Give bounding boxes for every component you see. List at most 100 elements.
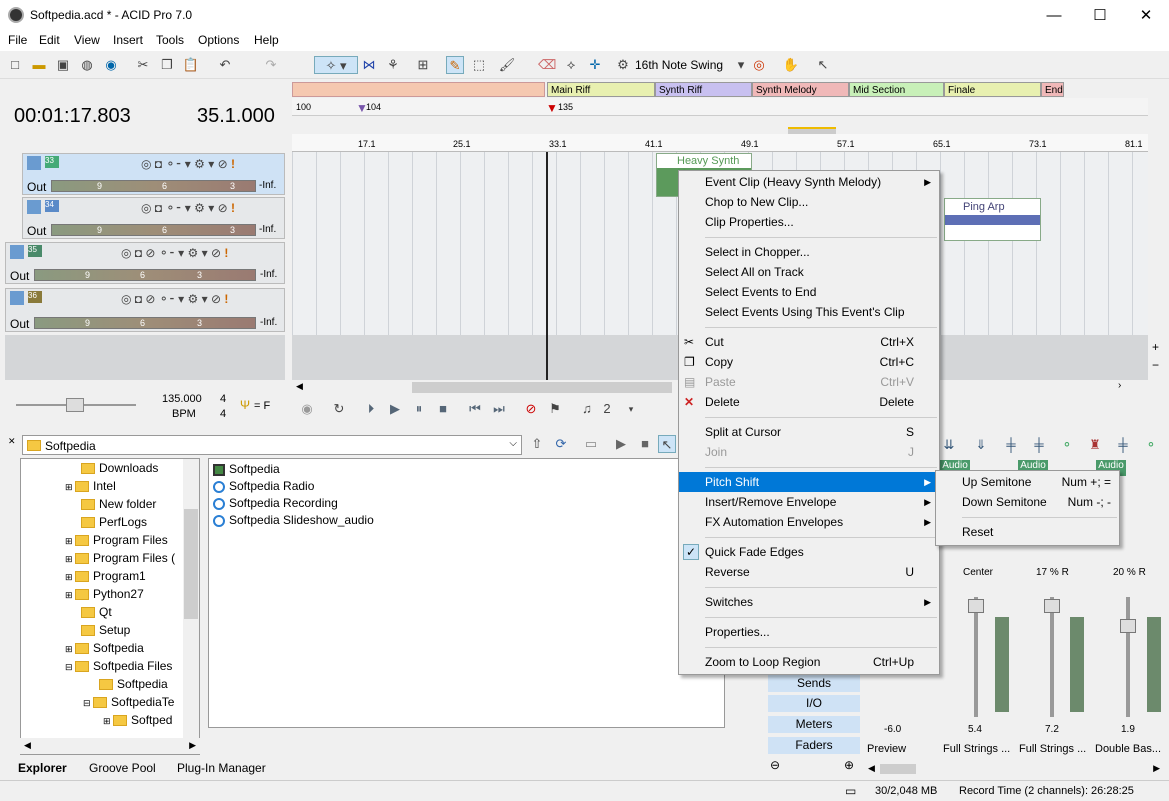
menu-item-fx-automation-envelopes[interactable]: FX Automation Envelopes ▶: [679, 512, 939, 532]
time-signature-top[interactable]: 4: [220, 393, 226, 405]
menu-item-pitch-shift[interactable]: Pitch Shift ▶: [679, 472, 939, 492]
tempo-marker[interactable]: 104: [366, 102, 381, 112]
tree-item[interactable]: Softpedia: [93, 641, 144, 655]
region-mid-section[interactable]: Mid Section: [849, 82, 944, 97]
whats-this-icon[interactable]: ↖: [814, 56, 832, 74]
mixer-sends-button[interactable]: Sends: [768, 675, 860, 692]
hand-icon[interactable]: ✋: [782, 56, 800, 74]
channel-fader[interactable]: [1120, 597, 1136, 717]
menu-item-event-clip[interactable]: Event Clip (Heavy Synth Melody) ▶: [679, 172, 939, 192]
record-icon[interactable]: ◉: [298, 400, 316, 418]
track-controls[interactable]: ◎ ◘ ⚬⁃ ▾ ⚙ ▾ ⊘ !: [141, 157, 235, 171]
tempo-marker[interactable]: 135: [558, 102, 573, 112]
tree-item[interactable]: Softpedia Files: [93, 659, 172, 673]
mixer-tool-icon[interactable]: ╪: [1114, 436, 1132, 454]
region-intro[interactable]: [292, 82, 545, 97]
track-header[interactable]: 35 Out 963 -Inf. ◎ ◘ ⊘ ⚬⁃ ▾ ⚙ ▾ ⊘ !: [5, 242, 285, 284]
file-list[interactable]: Softpedia Softpedia Radio Softpedia Reco…: [208, 458, 725, 728]
mixer-tool-icon[interactable]: ⚬: [1058, 436, 1076, 454]
go-to-start-icon[interactable]: ⏮: [466, 400, 484, 418]
zoom-in-icon[interactable]: +: [1152, 340, 1159, 354]
tree-item[interactable]: Intel: [93, 479, 116, 493]
up-folder-icon[interactable]: ⇧: [528, 435, 546, 453]
copy-icon[interactable]: ❐: [158, 56, 176, 74]
track-header[interactable]: 36 Out 963 -Inf. ◎ ◘ ⊘ ⚬⁃ ▾ ⚙ ▾ ⊘ !: [5, 288, 285, 332]
menu-item-select-all-on-track[interactable]: Select All on Track: [679, 262, 939, 282]
region-end[interactable]: End: [1041, 82, 1064, 97]
close-button[interactable]: ✕: [1123, 0, 1169, 31]
erase-tool-icon[interactable]: ⌫: [538, 56, 556, 74]
scroll-left-icon[interactable]: ◀: [296, 381, 303, 392]
tree-scrollbar[interactable]: [183, 459, 199, 754]
menu-item-select-events-using-clip[interactable]: Select Events Using This Event's Clip: [679, 302, 939, 322]
file-item[interactable]: Softpedia: [229, 462, 280, 476]
mixer-faders-button[interactable]: Faders: [768, 737, 860, 754]
mixer-tool-icon[interactable]: ╪: [1030, 436, 1048, 454]
tree-item[interactable]: SoftpediaTe: [111, 695, 174, 709]
paint-tool-icon[interactable]: 🖌: [498, 56, 516, 74]
pan-value[interactable]: Center: [963, 567, 993, 578]
file-item[interactable]: Softpedia Radio: [229, 479, 314, 493]
play-icon[interactable]: ▶: [386, 400, 404, 418]
cursor-flag-icon[interactable]: ▼: [546, 101, 558, 115]
snap-icon[interactable]: ⋈: [360, 56, 378, 74]
tree-item[interactable]: Setup: [99, 623, 130, 637]
mixer-scrollbar[interactable]: ◀ ▶: [864, 762, 1164, 776]
grid-dropdown-icon[interactable]: ▾: [622, 400, 640, 418]
tree-item[interactable]: Softped: [131, 713, 172, 727]
menu-insert[interactable]: Insert: [113, 33, 143, 47]
auto-ripple-icon[interactable]: ✧ ▾: [314, 56, 358, 74]
mixer-tool-icon[interactable]: ⇊: [940, 436, 958, 454]
menu-item-copy[interactable]: ❐ Copy Ctrl+C: [679, 352, 939, 372]
mixer-meters-button[interactable]: Meters: [768, 716, 860, 733]
tree-hscrollbar[interactable]: ◀ ▶: [20, 738, 200, 754]
undo-icon[interactable]: ↶: [216, 56, 234, 74]
draw-tool-icon[interactable]: ✎: [446, 56, 464, 74]
channel-fader[interactable]: [1044, 597, 1060, 717]
chevron-down-icon[interactable]: ⌵: [509, 438, 517, 449]
properties-icon[interactable]: ◉: [102, 56, 120, 74]
preview-stop-icon[interactable]: ■: [636, 435, 654, 453]
envelope-tool-icon[interactable]: ⟡: [562, 56, 580, 74]
menu-view[interactable]: View: [74, 33, 100, 47]
open-icon[interactable]: ▬: [30, 56, 48, 74]
beatmapper-icon[interactable]: ◎: [750, 56, 768, 74]
file-item[interactable]: Softpedia Recording: [229, 496, 338, 510]
region-synth-melody[interactable]: Synth Melody: [752, 82, 849, 97]
fullscreen-icon[interactable]: ⊞: [414, 56, 432, 74]
mixer-io-button[interactable]: I/O: [768, 695, 860, 712]
mixer-tool-icon[interactable]: ⇓: [972, 436, 990, 454]
menu-item-reverse[interactable]: Reverse U: [679, 562, 939, 582]
menu-item-chop-to-new-clip[interactable]: Chop to New Clip...: [679, 192, 939, 212]
zoom-in-icon[interactable]: ⊕: [844, 758, 854, 772]
tree-item[interactable]: Python27: [93, 587, 144, 601]
folder-tree[interactable]: Downloads ⊞ Intel New folder PerfLogs ⊞ …: [20, 458, 200, 755]
menu-item-down-semitone[interactable]: Down Semitone Num -; -: [936, 492, 1119, 512]
tree-item[interactable]: Program Files: [93, 533, 168, 547]
pan-value[interactable]: 20 % R: [1113, 567, 1146, 578]
play-from-start-icon[interactable]: ⏵: [362, 400, 380, 418]
mixer-tool-icon[interactable]: ♜: [1086, 436, 1104, 454]
track-controls[interactable]: ◎ ◘ ⊘ ⚬⁃ ▾ ⚙ ▾ ⊘ !: [121, 292, 228, 306]
marker-icon[interactable]: ⚑: [546, 400, 564, 418]
menu-item-reset[interactable]: Reset: [936, 522, 1119, 542]
menu-item-select-events-to-end[interactable]: Select Events to End: [679, 282, 939, 302]
scroll-right-icon[interactable]: ›: [1118, 380, 1121, 391]
tempo-slider-thumb[interactable]: [66, 398, 84, 412]
menu-file[interactable]: File: [8, 33, 27, 47]
menu-item-clip-properties[interactable]: Clip Properties...: [679, 212, 939, 232]
tree-item[interactable]: Softpedia: [117, 677, 168, 691]
region-finale[interactable]: Finale: [944, 82, 1041, 97]
metronome-icon[interactable]: ⊘: [522, 400, 540, 418]
stop-icon[interactable]: ■: [434, 400, 452, 418]
menu-item-split-at-cursor[interactable]: Split at Cursor S: [679, 422, 939, 442]
event-clip-ping-arp[interactable]: Ping Arp: [944, 198, 1041, 241]
tree-item[interactable]: Qt: [99, 605, 112, 619]
zoom-out-icon[interactable]: −: [1152, 358, 1159, 372]
mixer-tool-icon[interactable]: ⚬: [1142, 436, 1160, 454]
save-icon[interactable]: ▣: [54, 56, 72, 74]
tab-plug-in-manager[interactable]: Plug-In Manager: [177, 761, 266, 775]
tab-groove-pool[interactable]: Groove Pool: [89, 761, 156, 775]
tree-item[interactable]: Downloads: [99, 461, 158, 475]
menu-item-properties[interactable]: Properties...: [679, 622, 939, 642]
